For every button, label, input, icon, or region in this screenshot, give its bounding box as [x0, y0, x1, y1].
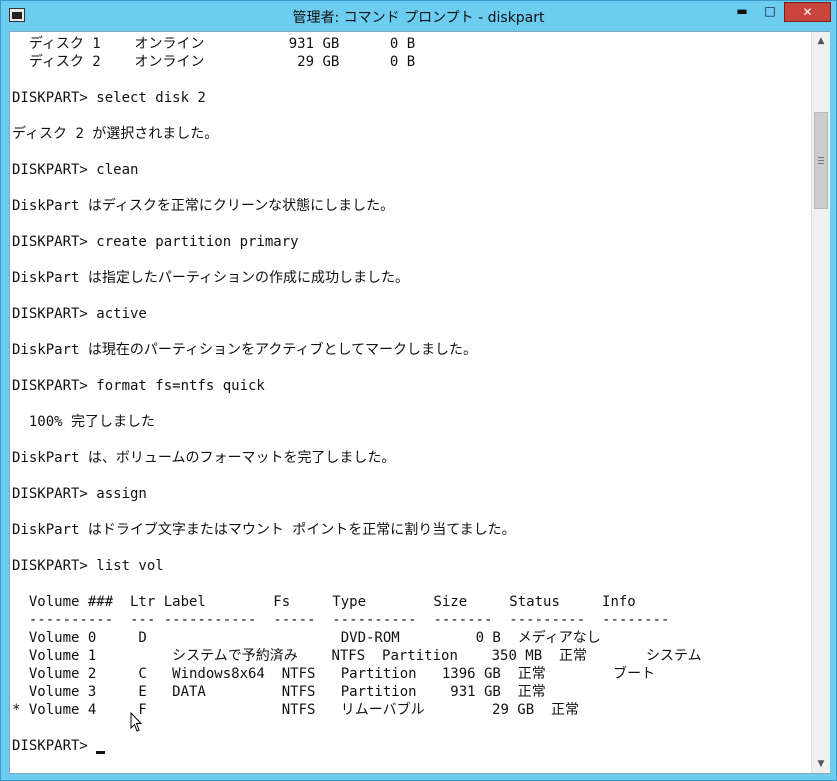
- console-line: ディスク 2 オンライン 29 GB 0 B: [12, 54, 416, 70]
- console-line: DISKPART> assign: [12, 486, 147, 502]
- console-line: DISKPART> create partition primary: [12, 234, 299, 250]
- maximize-button[interactable]: □: [756, 2, 784, 22]
- console-line: 100% 完了しました: [12, 414, 156, 430]
- console-line: DISKPART> select disk 2: [12, 90, 206, 106]
- console-line: ---------- --- ----------- ----- -------…: [12, 612, 670, 628]
- minimize-button[interactable]: ▬: [728, 2, 756, 22]
- console-line: Volume 2 C Windows8x64 NTFS Partition 13…: [12, 666, 656, 682]
- console-line: Volume 0 D DVD-ROM 0 B メディアなし: [12, 630, 601, 646]
- console-output[interactable]: ディスク 1 オンライン 931 GB 0 B ディスク 2 オンライン 29 …: [10, 32, 811, 773]
- console-line: Volume 3 E DATA NTFS Partition 931 GB 正常: [12, 684, 546, 700]
- scroll-down-icon[interactable]: ▼: [812, 755, 830, 773]
- scroll-thumb[interactable]: [814, 112, 828, 209]
- console-line: DiskPart は現在のパーティションをアクティブとしてマークしました。: [12, 342, 478, 358]
- console-line: DISKPART> list vol: [12, 558, 164, 574]
- console-line: DiskPart は、ボリュームのフォーマットを完了しました。: [12, 450, 396, 466]
- console-line: DiskPart は指定したパーティションの作成に成功しました。: [12, 270, 410, 286]
- console-line: DISKPART> format fs=ntfs quick: [12, 378, 265, 394]
- text-caret: [96, 751, 105, 754]
- scroll-up-icon[interactable]: ▲: [812, 32, 830, 50]
- console-line: * Volume 4 F NTFS リムーバブル 29 GB 正常: [12, 702, 580, 718]
- console-line: ディスク 1 オンライン 931 GB 0 B: [12, 36, 416, 52]
- console-line: DiskPart はディスクを正常にクリーンな状態にしました。: [12, 198, 395, 214]
- console-client-area[interactable]: ディスク 1 オンライン 931 GB 0 B ディスク 2 オンライン 29 …: [9, 31, 830, 774]
- mouse-pointer-icon: [130, 712, 143, 732]
- console-line: Volume ### Ltr Label Fs Type Size Status…: [12, 594, 636, 610]
- title-bar[interactable]: 管理者: コマンド プロンプト - diskpart ▬ □ ✕: [1, 1, 836, 31]
- console-line: DISKPART> active: [12, 306, 147, 322]
- window-title: 管理者: コマンド プロンプト - diskpart: [292, 10, 545, 26]
- close-button[interactable]: ✕: [784, 2, 831, 22]
- vertical-scrollbar[interactable]: ▲ ▼: [811, 32, 830, 773]
- console-line: DISKPART> clean: [12, 162, 139, 178]
- console-line: DiskPart はドライブ文字またはマウント ポイントを正常に割り当てました。: [12, 522, 516, 538]
- console-line: Volume 1 システムで予約済み NTFS Partition 350 MB…: [12, 648, 702, 664]
- console-line: ディスク 2 が選択されました。: [12, 126, 219, 142]
- console-window: 管理者: コマンド プロンプト - diskpart ▬ □ ✕ ディスク 1 …: [0, 0, 837, 781]
- console-line: DISKPART>: [12, 738, 97, 754]
